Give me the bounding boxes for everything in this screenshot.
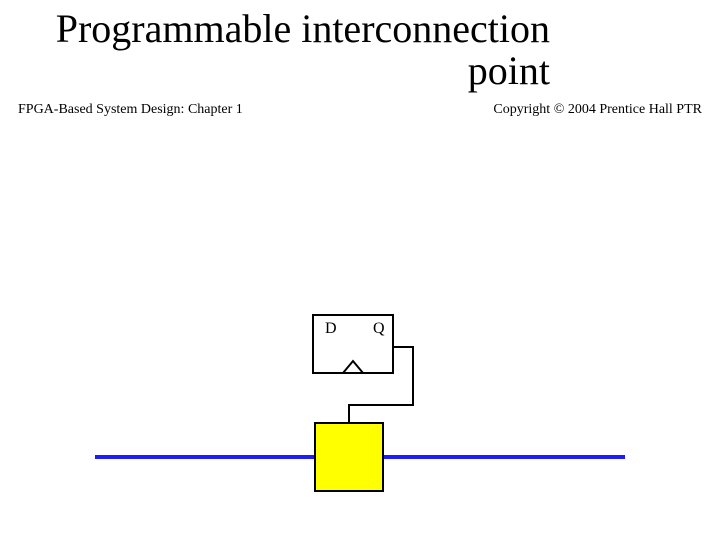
title-line-1: Programmable interconnection: [56, 6, 550, 51]
pass-transistor: [315, 423, 383, 491]
footer-right: Copyright © 2004 Prentice Hall PTR: [493, 102, 702, 118]
q-label: Q: [373, 320, 385, 337]
footer-left: FPGA-Based System Design: Chapter 1: [18, 102, 243, 118]
decor-band: D Q FPGA-Based System Design: Chapter 1 …: [0, 102, 720, 136]
interconnect-diagram: D Q: [95, 307, 625, 507]
title-line-2: point: [468, 48, 550, 93]
d-label: D: [325, 320, 337, 337]
slide-title: Programmable interconnection point: [0, 8, 720, 92]
